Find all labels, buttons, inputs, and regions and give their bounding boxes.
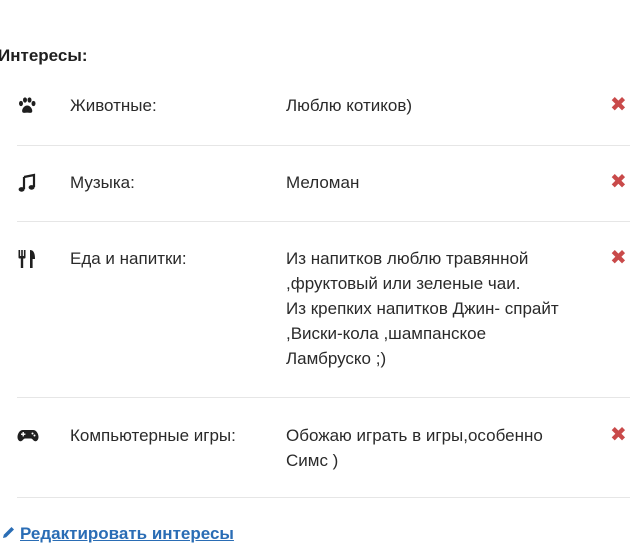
- interest-value-line: Обожаю играть в игры,особенно: [286, 426, 543, 445]
- interest-value: Из напитков люблю травянной ,фруктовый и…: [286, 246, 586, 371]
- interest-value-line: Люблю котиков): [286, 96, 413, 115]
- interest-label: Еда и напитки:: [70, 249, 187, 268]
- interest-value-line: Меломан: [286, 173, 360, 192]
- music-note-icon: [17, 173, 37, 193]
- divider: [17, 497, 630, 498]
- interest-value-line: Из крепких напитков Джин- спрайт: [286, 299, 559, 318]
- edit-interests-link[interactable]: Редактировать интересы: [2, 524, 234, 544]
- delete-icon[interactable]: ✖: [610, 425, 627, 445]
- interest-value-line: Из напитков люблю травянной: [286, 249, 529, 268]
- interest-label: Животные:: [70, 96, 157, 115]
- interest-value: Люблю котиков): [286, 93, 586, 118]
- interest-value: Обожаю играть в игры,особенно Симс ): [286, 423, 586, 473]
- interest-value: Меломан: [286, 170, 586, 195]
- section-title: Интересы:: [0, 46, 88, 65]
- interest-label: Музыка:: [70, 173, 135, 192]
- divider: [17, 397, 630, 398]
- delete-icon[interactable]: ✖: [610, 172, 627, 192]
- delete-icon[interactable]: ✖: [610, 95, 627, 115]
- interest-value-line: Симс ): [286, 451, 339, 470]
- interest-value-line: ,Виски-кола ,шампанское: [286, 324, 487, 343]
- gamepad-icon: [17, 426, 39, 446]
- paw-icon: [17, 96, 37, 116]
- delete-icon[interactable]: ✖: [610, 248, 627, 268]
- interest-value-line: ,фруктовый или зеленые чаи.: [286, 274, 521, 293]
- divider: [17, 145, 630, 146]
- fork-knife-icon: [17, 249, 37, 269]
- divider: [17, 221, 630, 222]
- interest-value-line: Ламбруско ;): [286, 349, 387, 368]
- pencil-icon: [2, 524, 16, 544]
- interest-label: Компьютерные игры:: [70, 426, 236, 445]
